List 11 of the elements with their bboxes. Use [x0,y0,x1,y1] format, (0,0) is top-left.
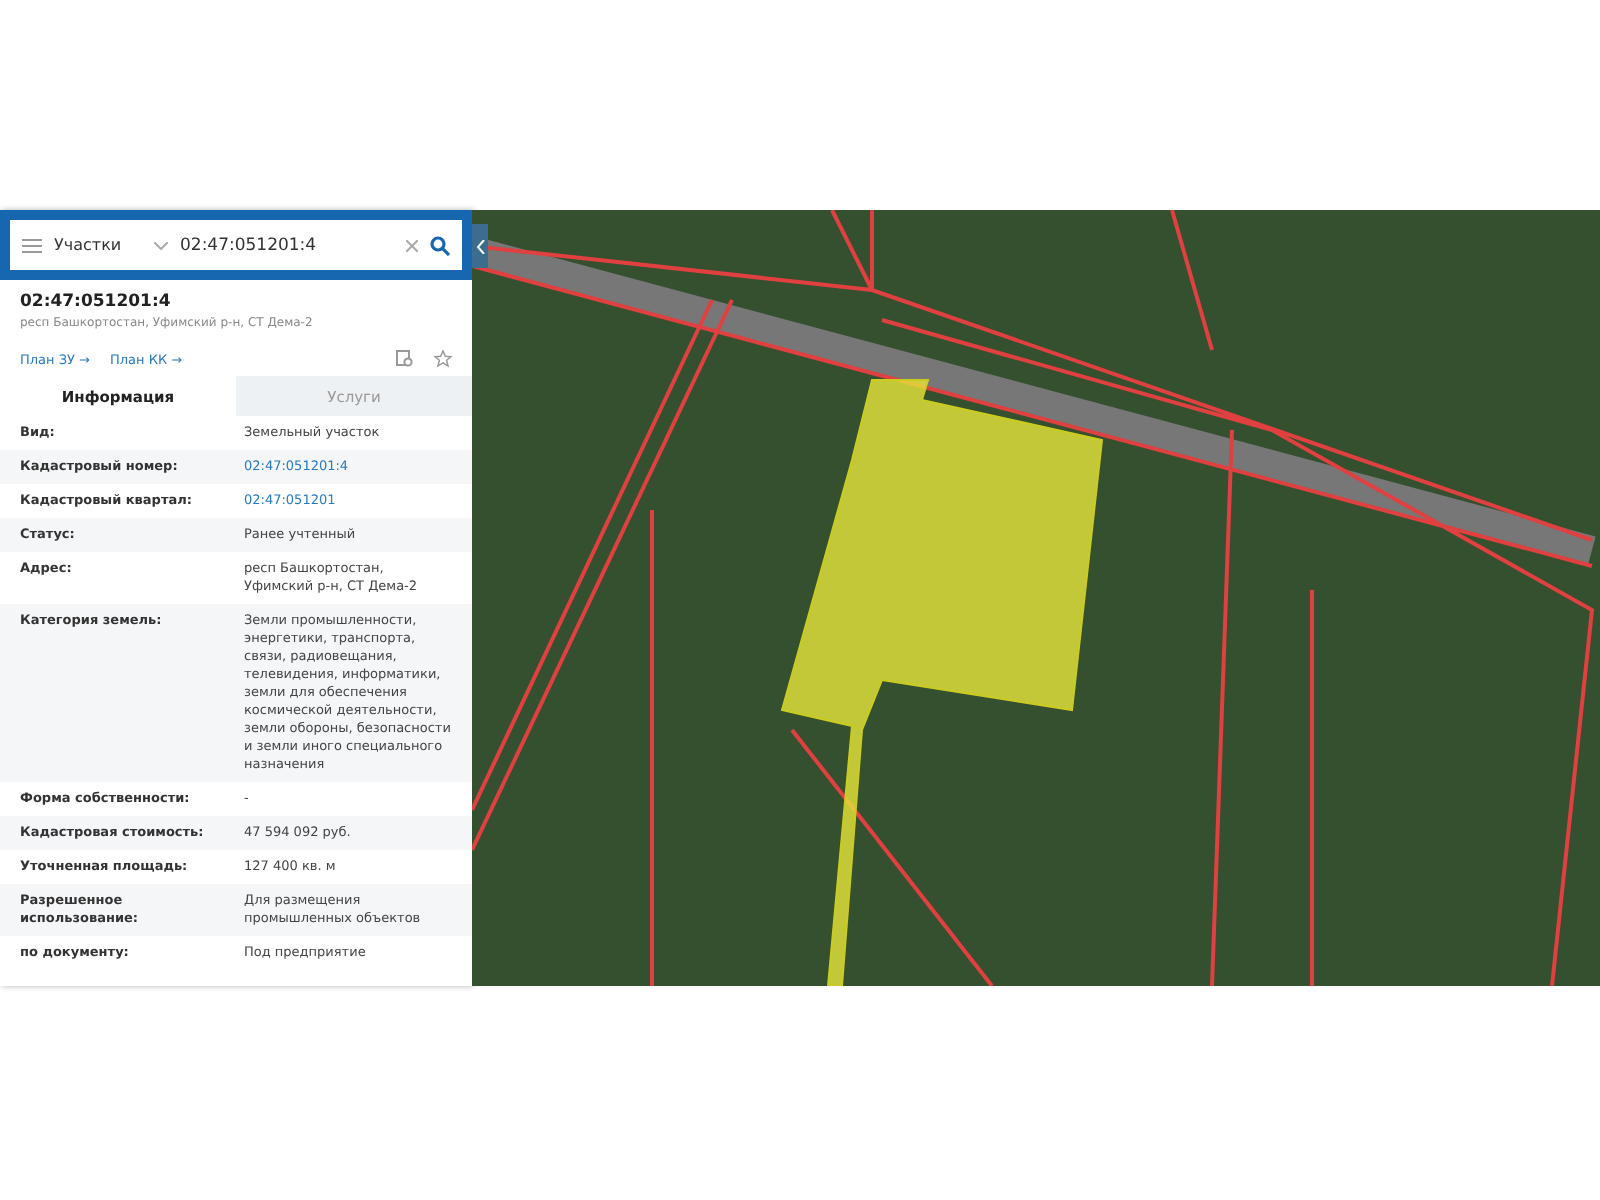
chevron-down-icon[interactable] [154,241,168,249]
search-icon[interactable] [430,235,450,255]
chevron-left-icon[interactable] [475,239,485,253]
category-select[interactable]: Участки [54,236,142,254]
menu-icon[interactable] [22,237,42,253]
cadastral-number-title: 02:47:051201:4 [20,292,173,312]
search-field[interactable]: Участки 02:47:051201:4 [10,220,462,270]
document-search-icon[interactable] [396,350,414,368]
close-icon[interactable] [406,239,418,251]
collapse-panel-button[interactable] [472,224,488,268]
star-icon[interactable] [434,350,452,368]
